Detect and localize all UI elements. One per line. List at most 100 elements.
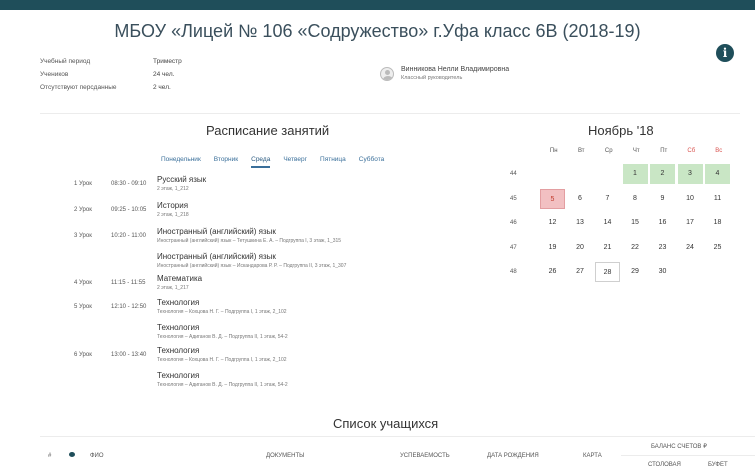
lesson-entry: Технология Технология – Адиганов В. Д. –… — [157, 371, 477, 396]
subject-detail: Иностранный (английский) язык – Искандар… — [157, 263, 347, 269]
lesson-time: 10:20 - 11:00 — [111, 233, 146, 239]
schedule-title: Расписание занятий — [206, 123, 330, 138]
subject-name: Иностранный (английский) язык — [157, 252, 276, 261]
teacher-name[interactable]: Винникова Нелли Владимировна — [401, 66, 509, 73]
calendar-day[interactable]: 25 — [705, 238, 730, 258]
avatar-icon — [380, 66, 394, 81]
subject-detail: Технология – Адиганов В. Д. – Подгруппа … — [157, 382, 288, 388]
lesson-number: 4 Урок — [74, 280, 92, 286]
calendar-day[interactable]: 15 — [623, 213, 648, 233]
lesson-subjects: Математика 2 этаж, 1_217 — [157, 274, 477, 299]
calendar-empty-cell — [540, 164, 565, 184]
col-buffet[interactable]: БУФЕТ — [708, 462, 728, 468]
calendar-day[interactable]: 17 — [678, 213, 703, 233]
teacher-role: Классный руководитель — [401, 75, 463, 81]
meta-label: Отсутствуют персданные — [40, 84, 117, 91]
calendar-day[interactable]: 19 — [540, 238, 565, 258]
comment-icon[interactable] — [69, 452, 75, 457]
calendar-day[interactable]: 30 — [650, 262, 675, 282]
calendar-day[interactable]: 9 — [650, 189, 675, 209]
lesson-time: 13:00 - 13:40 — [111, 352, 147, 358]
tab-monday[interactable]: Понедельник — [161, 156, 201, 168]
meta-label: Учебный период — [40, 58, 91, 65]
tab-tuesday[interactable]: Вторник — [214, 156, 238, 168]
subject-detail: 2 этаж, 1_217 — [157, 285, 189, 291]
subject-detail: Технология – Кохцова Н. Г. – Подгруппа I… — [157, 357, 287, 363]
tab-friday[interactable]: Пятница — [320, 156, 346, 168]
calendar-day[interactable]: 29 — [623, 262, 648, 282]
col-birth-date[interactable]: ДАТА РОЖДЕНИЯ — [487, 453, 539, 459]
meta-row-period: Учебный период Триместр — [40, 58, 182, 71]
calendar-day[interactable]: 5 — [540, 188, 565, 209]
weekday-label: Вс — [715, 148, 723, 154]
lesson-number: 1 Урок — [74, 181, 92, 187]
tab-saturday[interactable]: Суббота — [359, 156, 384, 168]
calendar-day[interactable]: 2 — [650, 164, 675, 185]
meta-label: Учеников — [40, 71, 69, 78]
class-teacher[interactable]: Винникова Нелли Владимировна Классный ру… — [380, 66, 509, 81]
tab-thursday[interactable]: Четверг — [283, 156, 307, 168]
weekday-label: Чт — [632, 148, 640, 154]
col-progress[interactable]: УСПЕВАЕМОСТЬ — [400, 453, 450, 459]
weekday-tabs: Понедельник Вторник Среда Четверг Пятниц… — [161, 156, 397, 168]
calendar-day[interactable]: 7 — [595, 189, 620, 209]
lesson-time: 12:10 - 12:50 — [111, 304, 147, 310]
weekday-label: Пт — [660, 148, 668, 154]
calendar-day[interactable]: 26 — [540, 262, 565, 282]
calendar-day[interactable]: 12 — [540, 213, 565, 233]
meta-value: 24 чел. — [153, 71, 175, 78]
subject-detail: 2 этаж, 1_218 — [157, 212, 189, 218]
col-hash[interactable]: # — [48, 453, 51, 459]
subject-name: Технология — [157, 298, 200, 307]
students-title: Список учащихся — [333, 416, 439, 431]
calendar-day[interactable]: 20 — [568, 238, 593, 258]
calendar-day[interactable]: 18 — [705, 213, 730, 233]
meta-value: 2 чел. — [153, 84, 171, 91]
col-documents[interactable]: ДОКУМЕНТЫ — [266, 453, 304, 459]
col-balance: БАЛАНС СЧЕТОВ ₽ — [651, 444, 707, 450]
balance-divider — [621, 455, 755, 456]
calendar-day[interactable]: 24 — [678, 238, 703, 258]
col-fio[interactable]: ФИО — [90, 453, 104, 459]
calendar-day[interactable]: 10 — [678, 189, 703, 209]
lesson-number: 2 Урок — [74, 207, 92, 213]
section-divider — [40, 113, 740, 114]
meta-value: Триместр — [153, 58, 182, 65]
calendar-day[interactable]: 23 — [650, 238, 675, 258]
calendar-week-row: 47 19 20 21 22 23 24 25 — [500, 236, 733, 261]
subject-name: Технология — [157, 323, 200, 332]
lesson-entry: Технология Технология – Адиганов В. Д. –… — [157, 323, 477, 348]
calendar-day[interactable]: 28 — [595, 262, 620, 283]
calendar-day[interactable]: 11 — [705, 189, 730, 209]
calendar-day[interactable]: 3 — [677, 164, 703, 185]
calendar-day[interactable]: 22 — [623, 238, 648, 258]
calendar-day[interactable]: 8 — [623, 189, 648, 209]
students-table-header: # ФИО ДОКУМЕНТЫ УСПЕВАЕМОСТЬ ДАТА РОЖДЕН… — [40, 436, 755, 468]
calendar-empty-cell — [568, 164, 593, 184]
calendar: Пн Вт Ср Чт Пт Сб Вс 44 1 2 3 4 45 5 6 7 8 9 10 11 46… — [500, 148, 733, 285]
calendar-weekdays: Пн Вт Ср Чт Пт Сб Вс — [540, 148, 733, 162]
lesson-subjects: Русский язык 2 этаж, 1_212 — [157, 175, 477, 200]
calendar-day[interactable]: 14 — [595, 213, 620, 233]
col-canteen[interactable]: СТОЛОВАЯ — [648, 462, 681, 468]
calendar-day[interactable]: 13 — [568, 213, 593, 233]
calendar-day[interactable]: 27 — [568, 262, 593, 282]
calendar-day[interactable]: 16 — [650, 213, 675, 233]
subject-name: Русский язык — [157, 175, 207, 184]
calendar-empty-cell — [595, 164, 620, 184]
meta-row-students: Учеников 24 чел. — [40, 71, 182, 84]
calendar-grid: 44 1 2 3 4 45 5 6 7 8 9 10 11 46 12 13 14 15 16 17 18 47 19 20 2… — [500, 162, 733, 285]
calendar-day[interactable]: 1 — [622, 164, 648, 185]
lesson-subjects: Технология Технология – Кохцова Н. Г. – … — [157, 346, 477, 396]
subject-name: Иностранный (английский) язык — [157, 227, 276, 236]
top-bar — [0, 0, 755, 10]
calendar-day[interactable]: 4 — [705, 164, 730, 185]
calendar-day[interactable]: 21 — [595, 238, 620, 258]
week-number: 47 — [510, 244, 517, 251]
info-icon[interactable]: i — [716, 44, 734, 62]
tab-wednesday[interactable]: Среда — [251, 156, 271, 168]
calendar-day[interactable]: 6 — [568, 189, 593, 209]
calendar-empty-cell — [705, 262, 730, 282]
col-card[interactable]: КАРТА — [583, 453, 602, 459]
subject-detail: Иностранный (английский) язык – Тетушкин… — [157, 238, 342, 244]
